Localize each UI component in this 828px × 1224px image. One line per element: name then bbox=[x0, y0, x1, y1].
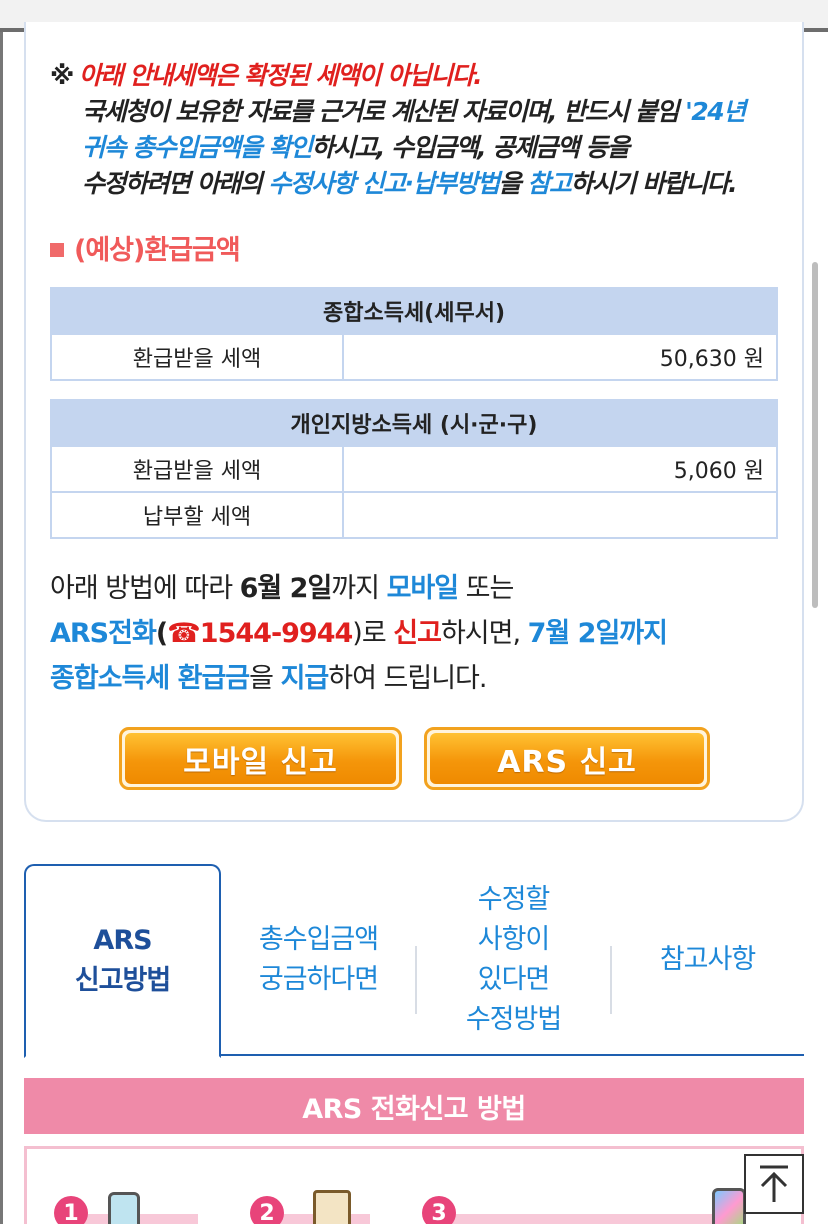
local-tax-table: 개인지방소득세 (시·군·구) 환급받을 세액 5,060 원 납부할 세액 bbox=[50, 399, 778, 539]
refund-section-title-text: (예상)환급금액 bbox=[74, 235, 241, 266]
tab-label: 궁금하다면 bbox=[258, 964, 379, 995]
notice-link-method: 수정사항 신고·납부방법 bbox=[268, 169, 500, 198]
notice-link-reference: 참고 bbox=[527, 169, 572, 198]
notice-line: 수정하려면 아래의 bbox=[82, 169, 269, 198]
table-cell-label: 납부할 세액 bbox=[50, 491, 344, 539]
table-cell-value: 5,060 원 bbox=[342, 445, 778, 493]
table-cell-value: 50,630 원 bbox=[342, 333, 778, 381]
phone-icon bbox=[108, 1192, 140, 1224]
guide-ars-phone: ARS전화 bbox=[50, 618, 157, 649]
guide-report: 신고 bbox=[393, 618, 442, 649]
guide-text-part: 아래 방법에 따라 bbox=[50, 573, 240, 604]
notice-line: 하시고, 수입금액, 공제금액 등을 bbox=[311, 133, 630, 162]
payment-date: 7월 2일까지 bbox=[527, 618, 668, 649]
ars-report-button[interactable]: ARS 신고 bbox=[424, 727, 710, 790]
tab-ars-method[interactable]: ARS 신고방법 bbox=[24, 864, 221, 1058]
notice-link-year: '24년 bbox=[685, 97, 746, 126]
national-tax-table: 종합소득세(세무서) 환급받을 세액 50,630 원 bbox=[50, 287, 778, 381]
national-tax-header: 종합소득세(세무서) bbox=[50, 287, 778, 335]
ars-section-title: ARS 전화신고 방법 bbox=[24, 1078, 804, 1134]
table-row: 환급받을 세액 5,060 원 bbox=[50, 445, 778, 493]
tab-label: 수정방법 bbox=[465, 1004, 562, 1035]
guide-text: 아래 방법에 따라 6월 2일까지 모바일 또는 ARS전화(☎1544-994… bbox=[50, 566, 790, 701]
tab-label: ARS bbox=[93, 925, 152, 956]
guide-text-part: 하여 드립니다. bbox=[328, 663, 487, 694]
guide-text-part: 또는 bbox=[458, 573, 515, 604]
step-bar bbox=[440, 1214, 730, 1224]
local-tax-header: 개인지방소득세 (시·군·구) bbox=[50, 399, 778, 447]
table-cell-label: 환급받을 세액 bbox=[50, 333, 344, 381]
mobile-report-button[interactable]: 모바일 신고 bbox=[119, 727, 402, 790]
guide-text-part: 하시면, bbox=[440, 618, 528, 649]
guide-text-part: )로 bbox=[352, 618, 394, 649]
notice-line: 하시기 바랍니다. bbox=[570, 169, 737, 198]
step-badge-1: 1 bbox=[54, 1196, 88, 1224]
tab-label: 총수입금액 bbox=[258, 924, 379, 955]
tab-label: 수정할 bbox=[477, 884, 551, 915]
notice-line: 국세청이 보유한 자료를 근거로 계산된 자료이며, 반드시 붙임 bbox=[82, 97, 686, 126]
tab-label: 있다면 bbox=[477, 964, 551, 995]
scrollbar[interactable] bbox=[812, 262, 818, 608]
phone-number: 1544-9944 bbox=[199, 618, 353, 649]
table-row: 납부할 세액 bbox=[50, 491, 778, 539]
arrow-up-icon bbox=[760, 1165, 788, 1202]
guide-mobile: 모바일 bbox=[386, 573, 460, 604]
scroll-to-top-button[interactable] bbox=[744, 1154, 804, 1214]
notice-warning: 아래 안내세액은 확정된 세액이 아닙니다. bbox=[78, 61, 483, 90]
square-bullet-icon bbox=[50, 243, 64, 257]
table-cell-value bbox=[342, 491, 778, 539]
info-tabs: ARS 신고방법 총수입금액궁금하다면 수정할사항이있다면수정방법 참고사항 bbox=[24, 864, 804, 1058]
guide-refund: 종합소득세 환급금 bbox=[50, 663, 250, 694]
tab-label: 참고사항 bbox=[659, 944, 756, 975]
notice-line: 을 bbox=[498, 169, 528, 198]
table-cell-label: 환급받을 세액 bbox=[50, 445, 344, 493]
refund-section-title: (예상)환급금액 bbox=[50, 228, 241, 267]
phone-icon: ☎ bbox=[167, 618, 201, 649]
tab-correction-method[interactable]: 수정할사항이있다면수정방법 bbox=[416, 864, 611, 1056]
deadline-date: 6월 2일 bbox=[239, 573, 333, 604]
tab-reference[interactable]: 참고사항 bbox=[611, 864, 804, 1056]
notice-link-income: 귀속 총수입금액을 확인 bbox=[82, 133, 313, 162]
tab-label: 사항이 bbox=[477, 924, 551, 955]
mobile-report-button-label: 모바일 신고 bbox=[125, 733, 396, 784]
guide-text-part: 까지 bbox=[331, 573, 387, 604]
clipboard-icon bbox=[313, 1190, 351, 1224]
step-badge-2: 2 bbox=[250, 1196, 284, 1224]
ars-steps-box bbox=[24, 1146, 804, 1224]
guide-pay: 지급 bbox=[280, 663, 330, 694]
tab-total-income[interactable]: 총수입금액궁금하다면 bbox=[221, 864, 416, 1056]
guide-text-part: ( bbox=[155, 618, 168, 649]
ars-report-button-label: ARS 신고 bbox=[430, 733, 704, 784]
tablet-icon bbox=[712, 1188, 746, 1224]
table-row: 환급받을 세액 50,630 원 bbox=[50, 333, 778, 381]
notice-mark: ※ bbox=[50, 61, 74, 90]
guide-text-part: 을 bbox=[249, 663, 281, 694]
step-badge-3: 3 bbox=[422, 1196, 456, 1224]
notice-text: ※ 아래 안내세액은 확정된 세액이 아닙니다. 국세청이 보유한 자료를 근거로… bbox=[50, 58, 790, 202]
tab-label: 신고방법 bbox=[74, 965, 171, 996]
